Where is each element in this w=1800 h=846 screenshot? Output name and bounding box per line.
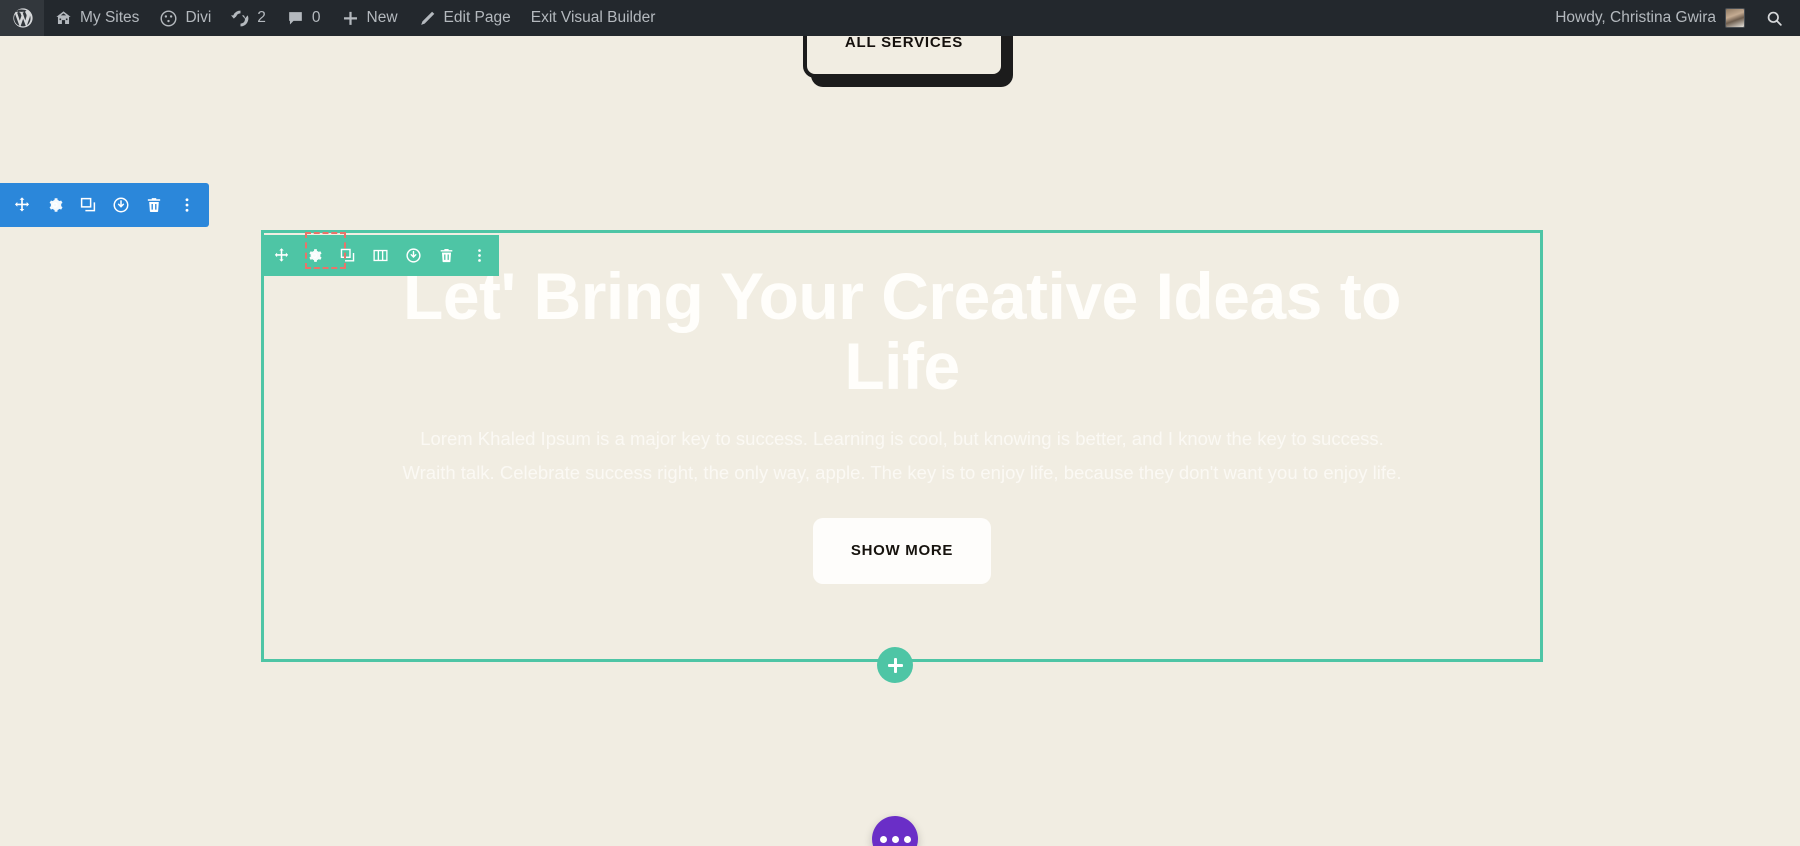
show-more-button[interactable]: SHOW MORE	[813, 517, 991, 584]
admin-bar-item-edit-page[interactable]: Edit Page	[408, 0, 521, 36]
add-row-button[interactable]	[877, 647, 913, 683]
plus-icon	[341, 9, 360, 28]
admin-bar-item-comments[interactable]: 0	[276, 0, 331, 36]
admin-bar-left-group: My Sites Divi 2 0 New Edit Page Exit Vis…	[0, 0, 665, 36]
all-services-wrapper: ALL SERVICES	[803, 36, 1005, 78]
admin-bar-search-button[interactable]	[1757, 0, 1800, 36]
updates-icon	[231, 9, 251, 28]
row-outline	[261, 230, 1543, 662]
wordpress-icon	[12, 7, 34, 29]
admin-bar-comments-count: 0	[311, 9, 321, 26]
power-icon[interactable]	[105, 185, 138, 226]
column-structure-icon[interactable]	[364, 235, 397, 276]
admin-bar-updates-count: 2	[257, 9, 266, 26]
admin-bar-item-updates[interactable]: 2	[221, 0, 276, 36]
more-options-icon[interactable]	[171, 185, 204, 226]
admin-bar-account-menu[interactable]: Howdy, Christina Gwira	[1545, 0, 1757, 36]
duplicate-icon[interactable]	[331, 235, 364, 276]
admin-bar-label-exit-visual-builder: Exit Visual Builder	[530, 9, 656, 26]
divi-menu-button[interactable]	[872, 816, 918, 846]
admin-bar-label-divi: Divi	[185, 9, 212, 26]
wp-admin-bar: My Sites Divi 2 0 New Edit Page Exit Vis…	[0, 0, 1800, 36]
visual-builder-canvas: ALL SERVICES Let' Bring Your Creative Id…	[0, 36, 1800, 846]
admin-bar-item-new[interactable]: New	[331, 0, 408, 36]
howdy-greeting: Howdy, Christina Gwira	[1555, 9, 1716, 26]
power-icon[interactable]	[397, 235, 430, 276]
dot-3-icon	[903, 835, 911, 843]
admin-bar-label-edit-page: Edit Page	[443, 9, 511, 26]
dot-2-icon	[891, 835, 899, 843]
trash-icon[interactable]	[430, 235, 463, 276]
admin-bar-item-exit-visual-builder[interactable]: Exit Visual Builder	[521, 0, 666, 36]
admin-bar-label-my-sites: My Sites	[80, 9, 140, 26]
more-options-icon[interactable]	[463, 235, 496, 276]
admin-bar-item-my-sites[interactable]: My Sites	[44, 0, 149, 36]
section-toolbar	[0, 183, 209, 227]
move-section-icon[interactable]	[6, 185, 39, 226]
wordpress-logo-menu[interactable]	[0, 0, 44, 36]
sites-icon	[54, 9, 73, 28]
avatar	[1725, 8, 1745, 28]
all-services-button[interactable]: ALL SERVICES	[803, 36, 1005, 78]
move-row-icon[interactable]	[265, 235, 298, 276]
duplicate-icon[interactable]	[72, 185, 105, 226]
admin-bar-label-new: New	[366, 9, 398, 26]
comment-icon	[286, 9, 305, 28]
admin-bar-item-divi[interactable]: Divi	[149, 0, 221, 36]
admin-bar-right-group: Howdy, Christina Gwira	[1545, 0, 1800, 36]
gear-icon[interactable]	[298, 235, 331, 276]
divi-icon	[159, 9, 178, 28]
row-toolbar	[262, 235, 499, 276]
search-icon	[1765, 9, 1784, 28]
pencil-icon	[418, 9, 437, 28]
gear-icon[interactable]	[39, 185, 72, 226]
plus-icon-vertical	[893, 657, 897, 673]
trash-icon[interactable]	[138, 185, 171, 226]
dot-1-icon	[879, 835, 887, 843]
